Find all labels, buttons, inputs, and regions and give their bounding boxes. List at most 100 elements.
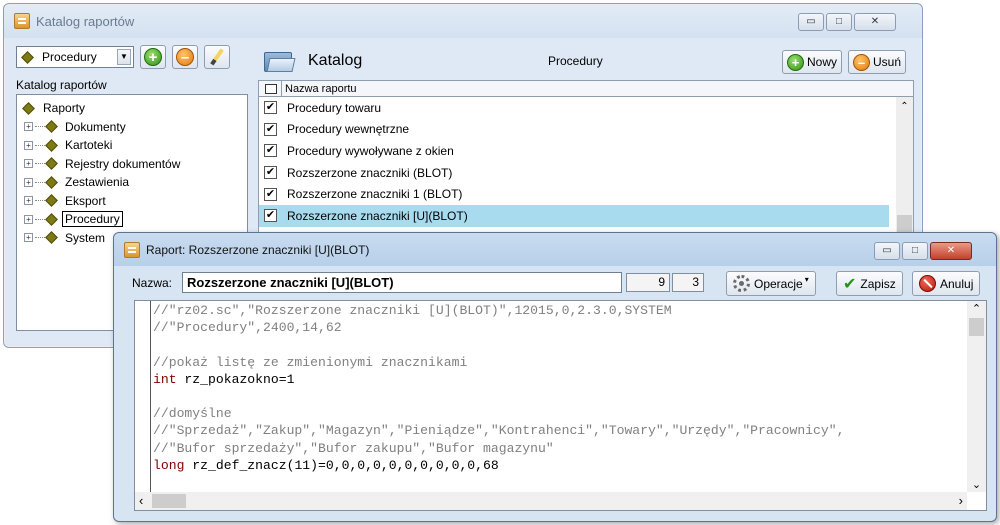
- delete-report-button[interactable]: – Usuń: [848, 50, 907, 74]
- report-row[interactable]: ✔ Rozszerzone znaczniki (BLOT): [259, 162, 889, 184]
- maximize-button[interactable]: □: [826, 13, 852, 31]
- tree-item-label: Zestawienia: [65, 175, 130, 190]
- folder-diamond-icon: [45, 157, 58, 171]
- expand-icon[interactable]: +: [24, 233, 33, 243]
- tree-label: Katalog raportów: [16, 78, 107, 92]
- left-toolbar: Procedury ▼ + –: [16, 44, 248, 70]
- new-report-button[interactable]: + Nowy: [782, 50, 843, 74]
- tree-connector: [35, 181, 45, 183]
- gear-icon: [733, 275, 750, 292]
- cancel-button[interactable]: Anuluj: [912, 271, 981, 296]
- catalog-window-controls: ▭ □ ✕: [798, 13, 896, 31]
- code-line: //"Procedury",2400,14,62: [153, 320, 342, 336]
- report-row[interactable]: ✔ Rozszerzone znaczniki 1 (BLOT): [259, 183, 889, 205]
- catalog-subtitle: Procedury: [548, 54, 603, 68]
- select-all-checkbox[interactable]: [265, 83, 277, 94]
- row-checkbox[interactable]: ✔: [264, 166, 277, 180]
- new-report-label: Nowy: [807, 55, 838, 69]
- expand-icon[interactable]: +: [24, 177, 33, 187]
- editor-vertical-scrollbar[interactable]: ⌃ ⌄: [967, 301, 986, 492]
- expand-icon[interactable]: +: [24, 122, 33, 132]
- scroll-up-icon[interactable]: ⌃: [967, 302, 986, 315]
- minimize-button[interactable]: ▭: [798, 13, 824, 31]
- scroll-thumb[interactable]: [897, 215, 912, 233]
- tree-item-dokumenty[interactable]: + Dokumenty: [21, 118, 243, 137]
- close-button[interactable]: ✕: [854, 13, 896, 31]
- catalog-right-pane: Katalog Procedury + Nowy – Usuń Nazwa ra…: [258, 44, 914, 233]
- save-button[interactable]: ✔ Zapisz: [836, 271, 903, 296]
- report-row-label: Rozszerzone znaczniki [U](BLOT): [287, 208, 468, 223]
- row-checkbox[interactable]: ✔: [264, 101, 277, 115]
- code-line: long rz_def_znacz(11)=0,0,0,0,0,0,0,0,0,…: [153, 457, 966, 474]
- app-icon: [124, 241, 140, 258]
- tree-item-rejestry[interactable]: + Rejestry dokumentów: [21, 155, 243, 174]
- expand-icon[interactable]: +: [24, 214, 33, 224]
- code-keyword: int: [153, 371, 177, 387]
- report-row-label: Procedury wywoływane z okien: [287, 143, 454, 158]
- code-line: //domyślne: [153, 406, 232, 422]
- tree-item-zestawienia[interactable]: + Zestawienia: [21, 173, 243, 192]
- report-row[interactable]: ✔ Procedury wywoływane z okien: [259, 140, 889, 162]
- add-folder-button[interactable]: +: [140, 45, 166, 69]
- column-header-name[interactable]: Nazwa raportu: [281, 81, 357, 96]
- tree-item-label: Procedury: [62, 211, 123, 228]
- cancel-icon: [919, 275, 936, 292]
- delete-report-label: Usuń: [873, 55, 902, 69]
- code-editor[interactable]: //"rz02.sc","Rozszerzone znaczniki [U](B…: [134, 300, 987, 511]
- scroll-left-icon[interactable]: ‹: [139, 493, 143, 508]
- scroll-thumb[interactable]: [152, 494, 186, 508]
- remove-folder-button[interactable]: –: [172, 45, 198, 69]
- catalog-header: Katalog Procedury + Nowy – Usuń: [258, 44, 914, 78]
- editor-gutter: [135, 301, 151, 493]
- cancel-label: Anuluj: [940, 276, 974, 291]
- catalog-title: Katalog: [308, 52, 363, 69]
- tree-item-kartoteki[interactable]: + Kartoteki: [21, 136, 243, 155]
- report-row[interactable]: ✔ Procedury towaru: [259, 97, 889, 119]
- pencil-icon: [210, 48, 224, 66]
- scroll-down-icon[interactable]: ⌄: [967, 478, 986, 491]
- tree-connector: [35, 200, 45, 202]
- tree-item-procedury[interactable]: + Procedury: [21, 210, 243, 229]
- catalog-window-title: Katalog raportów: [36, 13, 135, 29]
- tree-item-eksport[interactable]: + Eksport: [21, 192, 243, 211]
- scroll-up-icon[interactable]: ⌃: [896, 101, 913, 112]
- expand-icon[interactable]: +: [24, 159, 33, 169]
- report-row[interactable]: ✔ Procedury wewnętrzne: [259, 119, 889, 141]
- code-line: //"Bufor sprzedaży","Bufor zakupu","Bufo…: [153, 440, 554, 456]
- edit-folder-button[interactable]: [204, 45, 230, 69]
- cursor-column: 3: [672, 273, 704, 292]
- report-editor-window: Raport: Rozszerzone znaczniki [U](BLOT) …: [113, 232, 997, 522]
- row-checkbox[interactable]: ✔: [264, 187, 277, 201]
- tree-item-label: Eksport: [65, 193, 106, 208]
- row-checkbox[interactable]: ✔: [264, 209, 277, 223]
- row-checkbox[interactable]: ✔: [264, 144, 277, 158]
- report-editor-title: Raport: Rozszerzone znaczniki [U](BLOT): [146, 242, 370, 257]
- name-field[interactable]: Rozszerzone znaczniki [U](BLOT): [182, 272, 622, 293]
- catalog-titlebar[interactable]: Katalog raportów ▭ □ ✕: [4, 4, 922, 38]
- tree-item-raporty[interactable]: Raporty: [21, 99, 243, 118]
- expand-icon[interactable]: +: [24, 196, 33, 206]
- minimize-button[interactable]: ▭: [874, 242, 900, 260]
- expand-icon[interactable]: +: [24, 140, 33, 150]
- plus-icon: +: [787, 53, 804, 71]
- editor-horizontal-scrollbar[interactable]: ‹ ›: [135, 492, 967, 510]
- close-button[interactable]: ✕: [930, 242, 972, 260]
- report-grid-scrollbar[interactable]: ⌃: [896, 97, 913, 233]
- plus-icon: +: [144, 48, 162, 66]
- operations-button[interactable]: Operacje ▾: [726, 271, 816, 296]
- row-checkbox[interactable]: ✔: [264, 122, 277, 136]
- maximize-button[interactable]: □: [902, 242, 928, 260]
- scroll-right-icon[interactable]: ›: [959, 493, 963, 508]
- report-editor-window-controls: ▭ □ ✕: [874, 242, 972, 260]
- chevron-down-icon[interactable]: ▼: [117, 49, 131, 65]
- save-label: Zapisz: [860, 276, 896, 291]
- report-editor-titlebar[interactable]: Raport: Rozszerzone znaczniki [U](BLOT) …: [114, 233, 996, 266]
- catalog-combo[interactable]: Procedury ▼: [16, 46, 134, 68]
- code-text[interactable]: //"rz02.sc","Rozszerzone znaczniki [U](B…: [151, 302, 966, 492]
- code-keyword: long: [153, 457, 185, 473]
- code-line: //"rz02.sc","Rozszerzone znaczniki [U](B…: [153, 303, 672, 318]
- tree-connector: [35, 126, 45, 128]
- report-row-selected[interactable]: ✔ Rozszerzone znaczniki [U](BLOT): [259, 204, 889, 227]
- scroll-thumb[interactable]: [969, 318, 984, 336]
